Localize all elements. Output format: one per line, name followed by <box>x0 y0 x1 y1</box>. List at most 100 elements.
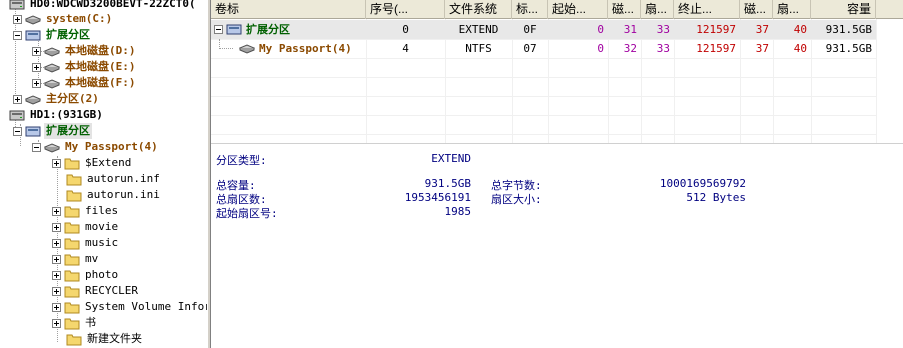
tree-node-hd1[interactable]: HD1:(931GB) <box>6 107 105 123</box>
tree-folder-music[interactable]: music <box>52 235 120 251</box>
tree-node-label: autorun.ini <box>87 188 160 201</box>
cell-end-sector: 40 <box>793 23 807 36</box>
partition-type-value: EXTEND <box>431 152 471 165</box>
expand-toggle-icon[interactable] <box>52 238 61 248</box>
expand-toggle-icon[interactable] <box>52 254 61 264</box>
start-sector-label: 起始扇区号: <box>216 207 278 220</box>
extended-partition-icon <box>226 24 242 35</box>
folder-icon <box>64 302 80 313</box>
cell-start-cylinder: 32 <box>623 42 637 55</box>
total-bytes-value: 1000169569792 <box>659 177 746 190</box>
drive-icon <box>239 44 255 54</box>
cell-end-cylinder: 37 <box>755 42 769 55</box>
collapse-toggle-icon[interactable] <box>13 126 22 136</box>
tree-folder-photo[interactable]: photo <box>52 267 120 283</box>
column-header-flag[interactable]: 标... <box>512 0 548 19</box>
tree-folder-autorun-inf[interactable]: autorun.inf <box>52 171 162 187</box>
expand-toggle-icon[interactable] <box>52 318 61 328</box>
hard-disk-icon <box>9 0 25 9</box>
column-header-seq[interactable]: 序号(... <box>366 0 445 19</box>
column-header-filesystem[interactable]: 文件系统 <box>445 0 512 19</box>
tree-node-extended-partition-hd1[interactable]: 扩展分区 <box>13 123 92 139</box>
column-header-start-sector[interactable]: 扇... <box>641 0 674 19</box>
table-row[interactable]: 扩展分区 0 EXTEND 0F 0 31 33 121597 37 40 93… <box>211 20 876 39</box>
tree-node-label: 本地磁盘(F:) <box>65 76 136 89</box>
tree-folder-recycler[interactable]: RECYCLER <box>52 283 140 299</box>
collapse-toggle-icon[interactable] <box>32 142 41 152</box>
table-header: 卷标 序号(... 文件系统 标... 起始... 磁... 扇... 终止..… <box>211 0 903 19</box>
tree-folder-book[interactable]: 书 <box>52 315 98 331</box>
tree-node-extended-partition[interactable]: 扩展分区 <box>13 27 92 43</box>
folder-icon <box>64 206 80 217</box>
expand-toggle-icon[interactable] <box>52 302 61 312</box>
expand-toggle-icon[interactable] <box>13 14 22 24</box>
expand-toggle-icon[interactable] <box>52 286 61 296</box>
tree-node-label: mv <box>85 252 99 265</box>
column-header-end-sector[interactable]: 扇... <box>773 0 811 19</box>
tree-node-my-passport[interactable]: My Passport(4) <box>32 139 160 155</box>
tree-node-drive-d[interactable]: 本地磁盘(D:) <box>32 43 138 59</box>
cell-start: 0 <box>597 42 604 55</box>
tree-node-label: system(C:) <box>46 12 113 25</box>
expand-toggle-icon[interactable] <box>52 206 61 216</box>
cell-start-cylinder: 31 <box>623 23 637 36</box>
expand-toggle-icon[interactable] <box>52 270 61 280</box>
tree-folder-mv[interactable]: mv <box>52 251 100 267</box>
hard-disk-icon <box>9 110 25 120</box>
tree-node-label: photo <box>85 268 119 281</box>
column-header-start-cylinder[interactable]: 磁... <box>608 0 641 19</box>
cell-end: 121597 <box>696 42 736 55</box>
partition-table-pane: 卷标 序号(... 文件系统 标... 起始... 磁... 扇... 终止..… <box>211 0 903 348</box>
tree-folder-autorun-ini[interactable]: autorun.ini <box>52 187 162 203</box>
tree-node-drive-f[interactable]: 本地磁盘(F:) <box>32 75 138 91</box>
cell-capacity: 931.5GB <box>825 23 872 36</box>
column-header-start[interactable]: 起始... <box>548 0 608 19</box>
drive-icon <box>25 14 41 25</box>
tree-node-label: 书 <box>85 316 96 329</box>
cell-end-cylinder: 37 <box>755 23 769 36</box>
column-header-end-cylinder[interactable]: 磁... <box>740 0 773 19</box>
cell-end-sector: 40 <box>793 42 807 55</box>
tree-folder-system-volume-info[interactable]: System Volume Inform <box>52 299 207 315</box>
table-row[interactable]: My Passport(4) 4 NTFS 07 0 32 33 121597 … <box>211 39 876 58</box>
total-sectors-value: 1953456191 <box>404 191 471 204</box>
tree-node-system-c[interactable]: system(C:) <box>13 11 114 27</box>
expand-toggle-icon[interactable] <box>13 94 22 104</box>
cell-flag: 07 <box>523 42 537 55</box>
tree-node-label: movie <box>85 220 119 233</box>
tree-node-label: 扩展分区 <box>44 123 92 139</box>
tree-node-label: 扩展分区 <box>46 28 90 41</box>
column-header-capacity[interactable]: 容量 <box>811 0 876 19</box>
expand-toggle-icon[interactable] <box>32 62 41 72</box>
expand-toggle-icon[interactable] <box>52 158 61 168</box>
tree-node-drive-e[interactable]: 本地磁盘(E:) <box>32 59 138 75</box>
column-header-volume-label[interactable]: 卷标 <box>211 0 366 19</box>
folder-icon <box>64 254 80 265</box>
tree-node-primary-partition[interactable]: 主分区(2) <box>13 91 101 107</box>
collapse-toggle-icon[interactable] <box>13 30 22 40</box>
tree-node-label: System Volume Inform <box>85 300 207 313</box>
folder-icon <box>64 158 80 169</box>
tree-node-label: HD1:(931GB) <box>30 108 103 121</box>
partition-type-label: 分区类型: <box>216 154 267 167</box>
extended-partition-icon <box>25 126 41 136</box>
cell-seq: 0 <box>402 23 409 36</box>
expand-toggle-icon[interactable] <box>52 222 61 232</box>
drive-icon <box>25 94 41 105</box>
tree-folder-movie[interactable]: movie <box>52 219 120 235</box>
tree-folder-new-folder[interactable]: 新建文件夹 <box>52 331 144 347</box>
tree-folder-extend[interactable]: $Extend <box>52 155 133 171</box>
collapse-toggle-icon[interactable] <box>214 25 223 34</box>
expand-toggle-icon[interactable] <box>32 78 41 88</box>
folder-icon <box>66 190 82 201</box>
panel-divider <box>211 143 903 144</box>
cell-filesystem: EXTEND <box>458 23 499 36</box>
column-header-end[interactable]: 终止... <box>674 0 740 19</box>
tree-node-label: RECYCLER <box>85 284 138 297</box>
tree-folder-files[interactable]: files <box>52 203 120 219</box>
tree-node-label: My Passport(4) <box>65 140 158 153</box>
expand-toggle-icon[interactable] <box>32 46 41 56</box>
partition-tree[interactable]: HD0:WDCWD3200BEVT-22ZCT0( system(C:) 扩展分… <box>0 0 207 348</box>
total-capacity-value: 931.5GB <box>424 177 471 190</box>
drive-icon <box>44 78 60 89</box>
